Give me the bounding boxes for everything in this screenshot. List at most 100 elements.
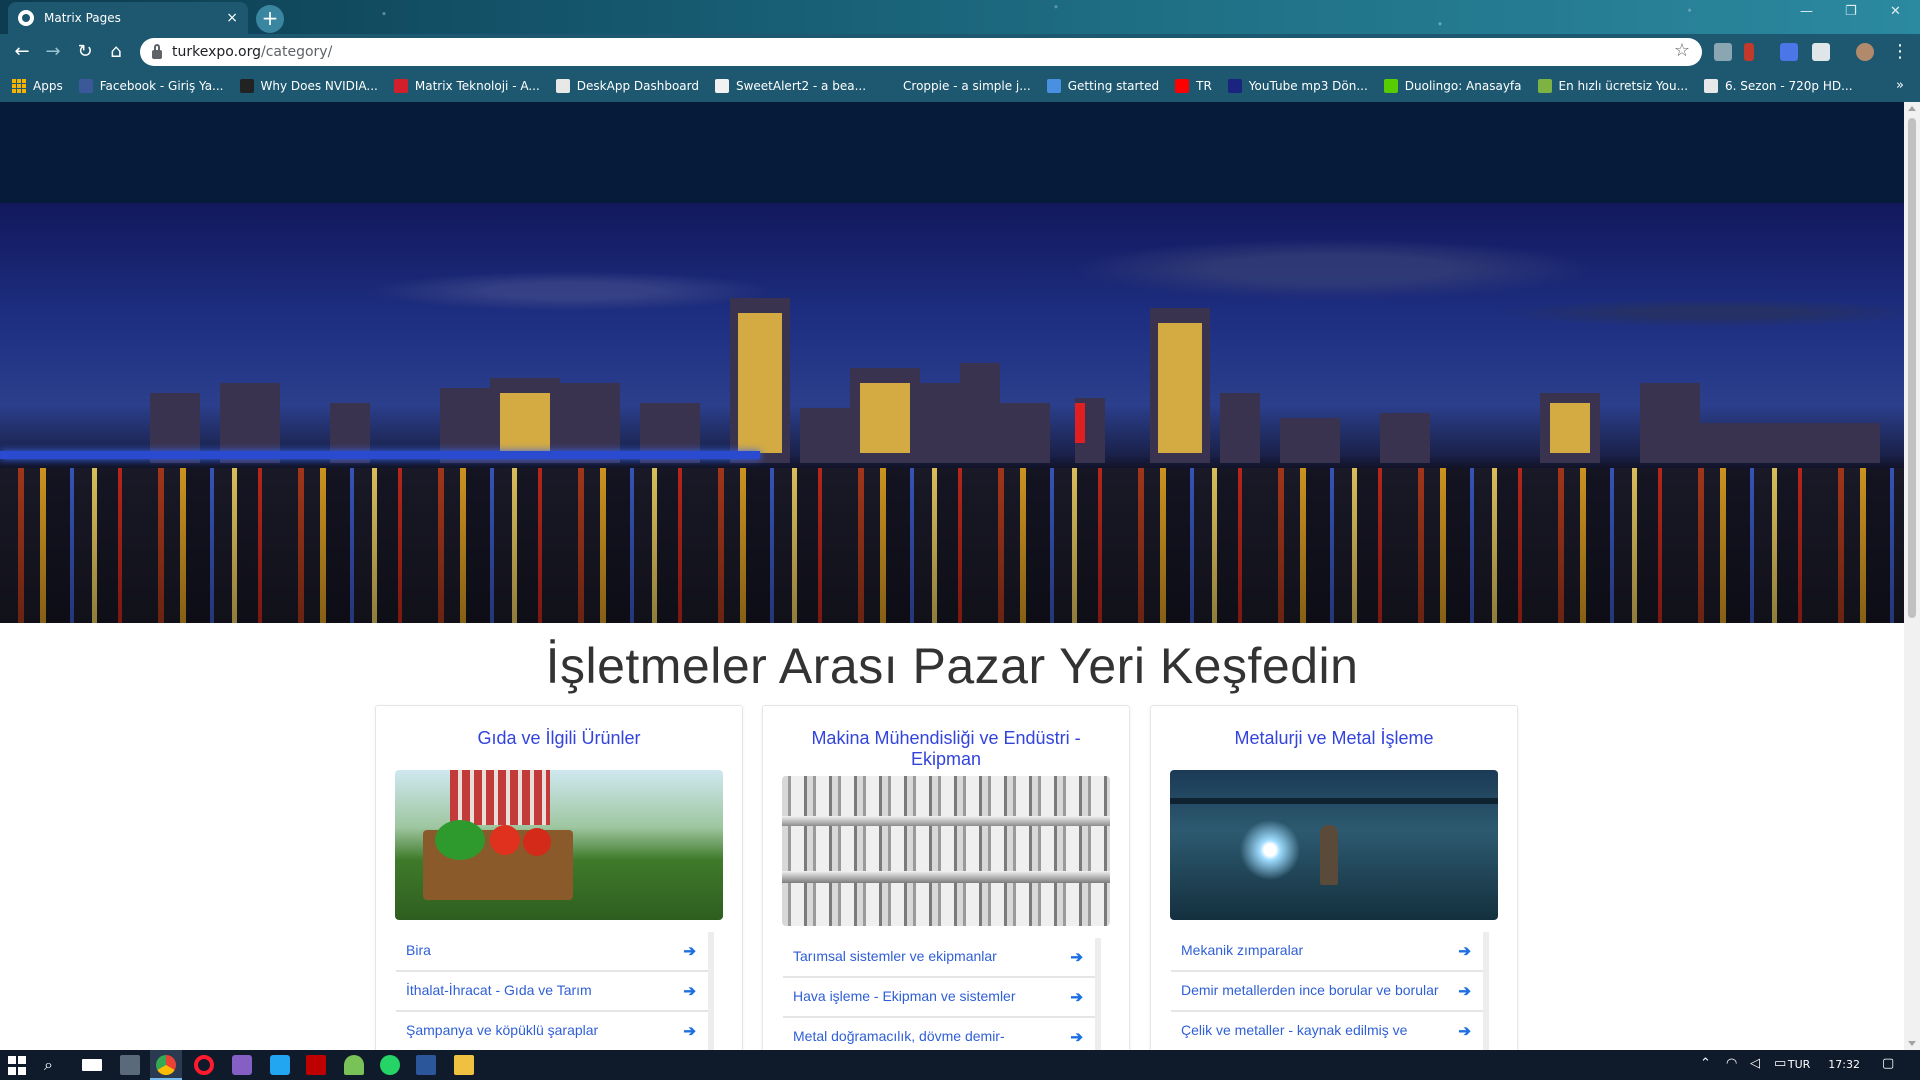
pipe	[782, 816, 1110, 826]
tray-chevron-icon[interactable]: ⌃	[1700, 1056, 1711, 1071]
card-title[interactable]: Gıda ve İlgili Ürünler	[376, 706, 742, 764]
arrow-right-icon: ➔	[1458, 943, 1471, 960]
word-icon[interactable]	[416, 1055, 436, 1075]
vegetable-greens	[435, 820, 485, 860]
item-label: Metal doğramacılık, dövme demir-	[793, 1028, 1005, 1044]
pipe	[782, 871, 1110, 883]
list-item[interactable]: Hava işleme - Ekipman ve sistemler ➔	[783, 978, 1095, 1018]
bookmark-item[interactable]: TR	[1175, 79, 1212, 93]
bookmark-label: Matrix Teknoloji - A...	[414, 79, 540, 93]
list-item[interactable]: Metal doğramacılık, dövme demir- ➔	[783, 1018, 1095, 1050]
minimize-icon[interactable]: —	[1800, 4, 1813, 19]
back-icon[interactable]: ←	[10, 40, 34, 64]
mail-icon[interactable]	[82, 1059, 102, 1071]
list-item[interactable]: Şampanya ve köpüklü şaraplar ➔	[396, 1012, 708, 1050]
bookmarks-overflow-icon[interactable]: »	[1896, 78, 1904, 93]
menu-dots-icon[interactable]: ⋮	[1888, 40, 1912, 64]
extension-translate-icon[interactable]	[1714, 43, 1732, 61]
url-path: /category/	[261, 44, 333, 60]
apps-grid-icon	[12, 79, 26, 93]
arrow-right-icon: ➔	[1070, 1029, 1083, 1046]
tab-title: Matrix Pages	[44, 11, 121, 25]
task-view-icon[interactable]	[120, 1055, 140, 1075]
search-icon[interactable]: ⌕	[44, 1055, 64, 1075]
clock[interactable]: 17:32	[1828, 1058, 1860, 1071]
profile-avatar[interactable]	[1856, 43, 1874, 61]
bookmark-label: TR	[1196, 79, 1212, 93]
scroll-thumb[interactable]	[1908, 118, 1916, 618]
address-bar[interactable]: turkexpo.org/category/ ☆	[140, 38, 1702, 66]
category-card-machinery: Makina Mühendisliği ve Endüstri - Ekipma…	[762, 705, 1130, 1050]
bookmark-star-icon[interactable]: ☆	[1674, 40, 1690, 61]
tab-favicon-icon	[18, 10, 34, 26]
browser-tab[interactable]: Matrix Pages ×	[8, 2, 248, 34]
windows-start-icon[interactable]	[8, 1056, 28, 1076]
notification-icon[interactable]: ▢	[1882, 1056, 1894, 1071]
vscode-icon[interactable]	[270, 1055, 290, 1075]
file-explorer-icon[interactable]	[454, 1055, 474, 1075]
list-item[interactable]: Tarımsal sistemler ve ekipmanlar ➔	[783, 938, 1095, 978]
forward-icon[interactable]: →	[41, 40, 65, 64]
bookmark-item[interactable]: YouTube mp3 Dön...	[1227, 79, 1368, 93]
croppie-icon	[882, 79, 897, 93]
city-skyline	[150, 298, 1880, 463]
list-item[interactable]: Çelik ve metaller - kaynak edilmiş ve ➔	[1171, 1012, 1483, 1050]
bookmark-item[interactable]: Apps	[12, 79, 63, 93]
window-close-icon[interactable]: ✕	[1890, 4, 1901, 19]
list-item[interactable]: Bira ➔	[396, 932, 708, 972]
category-card-metallurgy: Metalurji ve Metal İşleme Mekanik zımpar…	[1150, 705, 1518, 1050]
metallurgy-image[interactable]	[1170, 770, 1498, 920]
list-item[interactable]: İthalat-İhracat - Gıda ve Tarım ➔	[396, 972, 708, 1012]
extension-arrow-icon[interactable]	[1744, 43, 1754, 61]
windows-taskbar: ⌕ ⌃ ◠ ◁ ▭ TUR 17:32 ▢	[0, 1050, 1920, 1080]
tab-close-icon[interactable]: ×	[226, 10, 238, 26]
home-icon[interactable]: ⌂	[104, 40, 128, 64]
opera-icon[interactable]	[194, 1055, 214, 1075]
bookmark-item[interactable]: Getting started	[1046, 79, 1159, 93]
wifi-icon[interactable]: ◠	[1726, 1056, 1737, 1071]
arrow-right-icon: ➔	[683, 943, 696, 960]
list-item[interactable]: Mekanik zımparalar ➔	[1171, 932, 1483, 972]
card-title[interactable]: Makina Mühendisliği ve Endüstri - Ekipma…	[763, 706, 1129, 770]
restore-icon[interactable]: ❐	[1845, 4, 1857, 19]
visual-studio-icon[interactable]	[232, 1055, 252, 1075]
browser-toolbar: ← → ↻ ⌂ turkexpo.org/category/ ☆ ⋮	[0, 34, 1920, 70]
arrow-right-icon: ➔	[1070, 989, 1083, 1006]
item-label: İthalat-İhracat - Gıda ve Tarım	[406, 982, 592, 998]
bookmark-item[interactable]: DeskApp Dashboard	[555, 79, 699, 93]
youtube-icon	[1175, 79, 1190, 93]
bookmark-item[interactable]: Facebook - Giriş Ya...	[78, 79, 224, 93]
language-indicator[interactable]: TUR	[1788, 1058, 1810, 1071]
page-scrollbar[interactable]	[1904, 102, 1920, 1050]
bookmark-item[interactable]: SweetAlert2 - a bea...	[714, 79, 867, 93]
bookmark-item[interactable]: En hızlı ücretsiz You...	[1537, 79, 1689, 93]
bookmark-item[interactable]: 6. Sezon - 720p HD...	[1704, 79, 1853, 93]
volume-icon[interactable]: ◁	[1750, 1056, 1760, 1071]
bookmark-item[interactable]: Matrix Teknoloji - A...	[393, 79, 540, 93]
card-title[interactable]: Metalurji ve Metal İşleme	[1151, 706, 1517, 764]
scroll-up-icon[interactable]	[1908, 106, 1916, 111]
bookmark-label: YouTube mp3 Dön...	[1248, 79, 1368, 93]
whatsapp-icon[interactable]	[380, 1055, 400, 1075]
machinery-image[interactable]	[782, 776, 1110, 926]
sweetalert-icon	[714, 79, 729, 93]
extension-blue-icon[interactable]	[1780, 43, 1798, 61]
bookmark-label: En hızlı ücretsiz You...	[1558, 79, 1689, 93]
filezilla-icon[interactable]	[306, 1055, 326, 1075]
bookmark-item[interactable]: Duolingo: Anasayfa	[1383, 79, 1522, 93]
reload-icon[interactable]: ↻	[73, 40, 97, 64]
scroll-down-icon[interactable]	[1908, 1041, 1916, 1046]
chrome-icon[interactable]	[156, 1055, 176, 1075]
android-studio-icon[interactable]	[344, 1055, 364, 1075]
list-item[interactable]: Demir metallerden ince borular ve borula…	[1171, 972, 1483, 1012]
bookmark-item[interactable]: Croppie - a simple j...	[882, 79, 1031, 93]
food-image[interactable]	[395, 770, 723, 920]
extension-doc-icon[interactable]	[1812, 43, 1830, 61]
red-tower-light	[1075, 403, 1085, 443]
bookmark-item[interactable]: Why Does NVIDIA...	[239, 79, 378, 93]
bookmark-label: SweetAlert2 - a bea...	[735, 79, 867, 93]
battery-icon[interactable]: ▭	[1774, 1056, 1786, 1071]
card-item-list: Bira ➔ İthalat-İhracat - Gıda ve Tarım ➔ Ş…	[396, 932, 714, 1050]
new-tab-button[interactable]: +	[256, 5, 284, 33]
globe-icon	[1704, 79, 1719, 93]
